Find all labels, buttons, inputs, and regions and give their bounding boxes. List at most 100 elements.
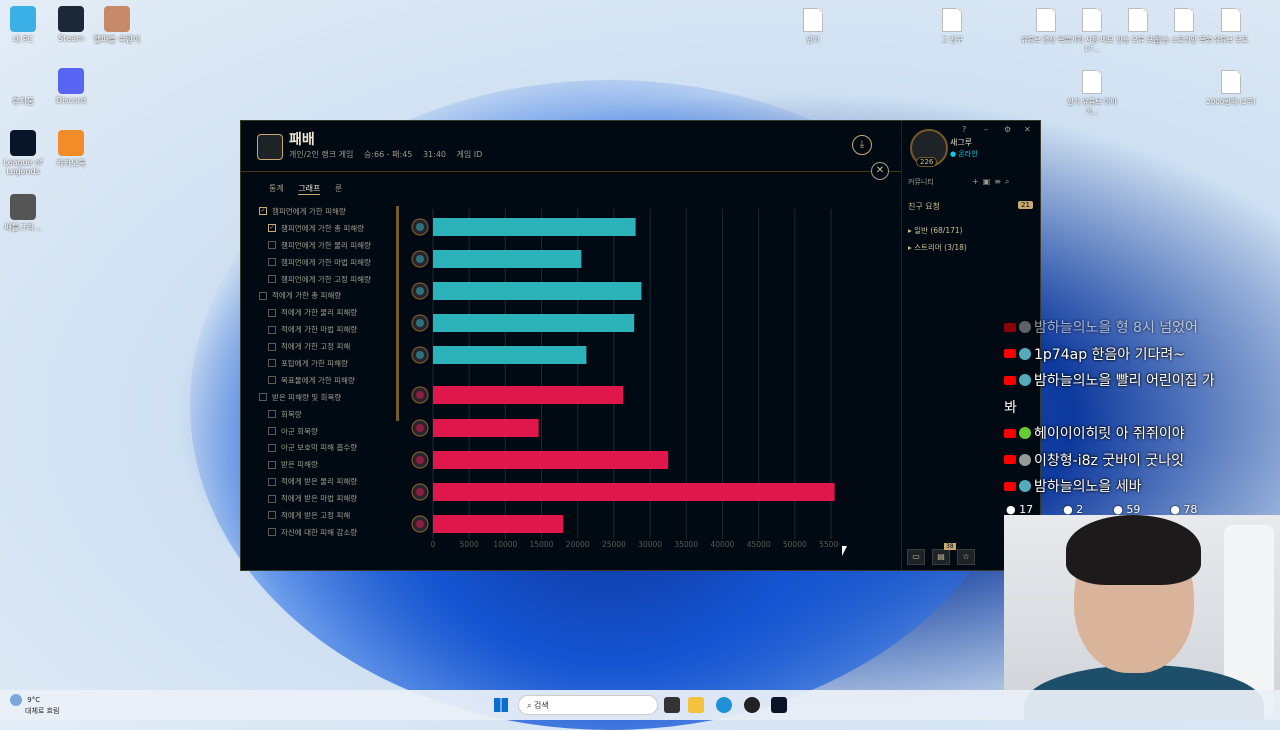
- checkbox-icon[interactable]: [268, 477, 276, 486]
- game-shortcut-icon: [104, 6, 130, 32]
- file-explorer-icon[interactable]: [688, 697, 704, 713]
- graph-option[interactable]: 목표물에게 가한 피해량: [259, 372, 399, 389]
- checkbox-icon[interactable]: [268, 376, 276, 385]
- edge-icon[interactable]: [716, 697, 732, 713]
- chat-message: 1p74ap 한음아 기다려~: [1004, 341, 1280, 368]
- text-file-icon: [803, 8, 823, 32]
- graph-option[interactable]: 포탑에게 가한 피해량: [259, 355, 399, 372]
- graph-option[interactable]: 챔피언에게 가한 마법 피해량: [259, 254, 399, 271]
- desktop-file[interactable]: 그 친구: [922, 8, 982, 45]
- checkbox-icon[interactable]: [259, 291, 267, 300]
- checkbox-icon[interactable]: [268, 427, 276, 436]
- graph-option[interactable]: ✓ 챔피언에게 가한 총 피해량: [259, 220, 399, 237]
- folder-icon[interactable]: ▣: [983, 177, 995, 186]
- download-replay-button[interactable]: ⤓: [852, 135, 872, 155]
- notifications-icon[interactable]: ▤: [932, 549, 950, 565]
- friend-group-streamers[interactable]: ▸ 스트리머 (3/18): [908, 242, 967, 253]
- mission-icon[interactable]: ☆: [957, 549, 975, 565]
- checkbox-icon[interactable]: [268, 528, 276, 537]
- checkbox-icon[interactable]: [268, 494, 276, 503]
- checkbox-icon[interactable]: ✓: [259, 207, 267, 216]
- graph-option[interactable]: 회복량: [259, 406, 399, 423]
- task-view-icon[interactable]: [664, 697, 680, 713]
- checkbox-icon[interactable]: [268, 443, 276, 452]
- league-client-window: 패배 개인/2인 랭크 게임 승:66 - 패:45 31:40 게임 ID ⤓…: [240, 120, 1041, 571]
- tab-stats[interactable]: 통계: [269, 184, 284, 193]
- taskbar-search[interactable]: ⌕ 검색: [518, 695, 658, 715]
- youtube-icon: [1004, 322, 1016, 332]
- chat-avatar-icon: [1019, 347, 1031, 360]
- graph-option[interactable]: 받은 피해량: [259, 456, 399, 473]
- match-result-title: 패배: [289, 132, 315, 148]
- checkbox-icon[interactable]: [268, 308, 276, 317]
- close-match-button[interactable]: ✕: [871, 162, 889, 180]
- friend-requests-label[interactable]: 친구 요청: [908, 201, 940, 212]
- checkbox-icon[interactable]: [268, 359, 276, 368]
- graph-option[interactable]: ✓ 챔피언에게 가한 피해량: [259, 203, 399, 220]
- minimize-icon[interactable]: –: [984, 125, 988, 134]
- graph-option[interactable]: 받은 피해량 및 회복량: [259, 389, 399, 406]
- list-icon[interactable]: ≡: [994, 177, 1005, 186]
- player-level: 226: [916, 157, 938, 167]
- graph-option[interactable]: 챔피언에게 가한 물리 피해량: [259, 237, 399, 254]
- graph-option-label: 적에게 받은 고정 피해: [281, 510, 351, 520]
- game-id-label[interactable]: 게임 ID: [457, 150, 483, 159]
- checkbox-icon[interactable]: [268, 410, 276, 419]
- league-taskbar-icon[interactable]: [771, 697, 787, 713]
- close-client-icon[interactable]: ✕: [1024, 125, 1031, 134]
- x-tick-label: 50000: [783, 540, 807, 549]
- windows-start-icon[interactable]: [494, 698, 508, 712]
- desktop-shortcut[interactable]: Discord: [41, 68, 101, 105]
- x-tick-label: 5000: [460, 540, 479, 549]
- checkbox-icon[interactable]: [268, 342, 276, 351]
- x-tick-label: 40000: [711, 540, 735, 549]
- desktop-shortcut[interactable]: 카카오톡: [41, 130, 101, 169]
- graph-option[interactable]: 적에게 가한 마법 피해량: [259, 321, 399, 338]
- desktop-file[interactable]: 2000번째 (2주): [1201, 70, 1261, 107]
- settings-gear-icon[interactable]: ⚙: [1004, 125, 1011, 134]
- checkbox-icon[interactable]: [268, 460, 276, 469]
- graph-option[interactable]: 적에게 받은 물리 피해량: [259, 473, 399, 490]
- x-tick-label: 35000: [674, 540, 698, 549]
- checkbox-icon[interactable]: [268, 241, 276, 250]
- help-icon[interactable]: ?: [962, 125, 966, 134]
- desktop-file[interactable]: 인기 유튜브 이야기...: [1062, 70, 1122, 117]
- add-friend-icon[interactable]: +: [972, 177, 983, 186]
- weather-widget[interactable]: 9°C 대체로 흐림: [10, 694, 59, 716]
- chat-message-text: 봐: [1004, 399, 1017, 416]
- checkbox-icon[interactable]: [268, 275, 276, 283]
- tab-graph[interactable]: 그래프: [298, 184, 321, 195]
- checkbox-icon[interactable]: [268, 511, 276, 520]
- graph-option[interactable]: 적에게 가한 총 피해량: [259, 287, 399, 304]
- youtube-icon: [1004, 428, 1016, 438]
- chat-message-text: 이창형-i8z 굿바이 굿나잇: [1034, 452, 1185, 469]
- friend-group-general[interactable]: ▸ 일반 (68/171): [908, 225, 963, 236]
- graph-option-label: 적에게 가한 물리 피해량: [281, 308, 358, 318]
- checkbox-icon[interactable]: [259, 393, 267, 402]
- graph-option[interactable]: 적에게 받은 고정 피해: [259, 507, 399, 524]
- desktop-shortcut[interactable]: 헬퍼블 숙탐이: [87, 6, 147, 45]
- player-status[interactable]: ● 온라인: [950, 149, 978, 159]
- graph-option-label: 챔피언에게 가한 총 피해량: [281, 223, 365, 233]
- checkbox-icon[interactable]: [268, 325, 276, 334]
- desktop-shortcut[interactable]: 배틀그라...: [0, 194, 53, 233]
- graph-option[interactable]: 챔피언에게 가한 고정 피해량: [259, 271, 399, 288]
- graph-option[interactable]: 자신에 대한 피해 감소량: [259, 524, 399, 541]
- graph-option[interactable]: 적에게 받은 마법 피해량: [259, 490, 399, 507]
- search-icon[interactable]: ⌕: [1005, 177, 1013, 186]
- graph-option[interactable]: 아군 보호막 피해 흡수량: [259, 439, 399, 456]
- desktop-file[interactable]: 인기: [783, 8, 843, 45]
- obs-icon[interactable]: [744, 697, 760, 713]
- graph-option[interactable]: 적에게 가한 물리 피해량: [259, 304, 399, 321]
- graph-option-label: 적에게 가한 총 피해량: [272, 291, 342, 301]
- graph-option[interactable]: 아군 회복량: [259, 423, 399, 440]
- tab-runes[interactable]: 룬: [335, 184, 342, 193]
- desktop-file[interactable]: 유튜브 도트: [1201, 8, 1261, 45]
- community-label: 커뮤니티: [908, 178, 934, 186]
- text-file-icon: [1174, 8, 1194, 32]
- desktop-file-label: 인기: [806, 36, 820, 44]
- graph-option[interactable]: 적에게 가한 고정 피해: [259, 338, 399, 355]
- checkbox-icon[interactable]: ✓: [268, 224, 276, 233]
- checkbox-icon[interactable]: [268, 258, 276, 267]
- chat-icon[interactable]: ▭: [907, 549, 925, 565]
